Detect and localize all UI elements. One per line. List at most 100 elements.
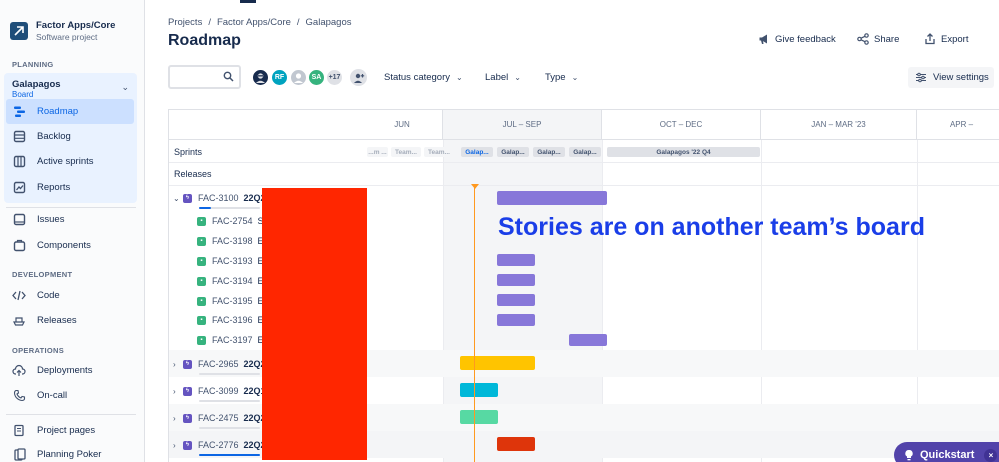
sidebar-item-project-pages[interactable]: Project pages — [6, 418, 134, 443]
epic-bar[interactable] — [460, 356, 535, 370]
search-input[interactable] — [168, 65, 241, 89]
sprint-chip[interactable]: Team... — [391, 147, 421, 157]
sidebar-item-backlog[interactable]: Backlog — [6, 124, 134, 149]
issue-key[interactable]: FAC-3193 — [212, 256, 253, 266]
sidebar-item-label: Code — [37, 290, 60, 301]
issue-key[interactable]: FAC-3100 — [198, 193, 239, 203]
epic-icon: ϟ — [183, 193, 192, 203]
breadcrumb-projects[interactable]: Projects — [168, 17, 202, 28]
epic-row[interactable]: › ϟ FAC-2475 22Q2 — [173, 408, 266, 428]
sprint-chip[interactable]: Galap... — [461, 147, 493, 157]
divider — [6, 414, 136, 415]
issue-key[interactable]: FAC-2475 — [198, 413, 239, 423]
sprint-chip[interactable]: Galap... — [497, 147, 529, 157]
chevron-down-icon[interactable]: ⌄ — [121, 82, 129, 93]
epic-row[interactable]: ⌄ ϟ FAC-3100 22Q2 — [173, 188, 266, 208]
issue-key[interactable]: FAC-3197 — [212, 335, 253, 345]
avatar-more[interactable]: +17 — [325, 68, 344, 87]
planning-section-title: PLANNING — [12, 60, 54, 69]
sidebar-item-components[interactable]: Components — [6, 233, 134, 258]
issue-key[interactable]: FAC-2965 — [198, 359, 239, 369]
type-filter-label: Type — [545, 72, 566, 83]
avatar[interactable] — [289, 68, 308, 87]
story-bar[interactable] — [497, 254, 535, 266]
progress-bar — [199, 400, 260, 402]
sprint-chip[interactable]: Galap... — [533, 147, 565, 157]
grid-corner — [169, 110, 362, 140]
story-row[interactable]: ▪ FAC-3196 E — [197, 310, 264, 330]
sidebar-item-reports[interactable]: Reports — [6, 175, 134, 200]
sidebar-item-releases[interactable]: Releases — [6, 308, 134, 333]
chevron-right-icon[interactable]: › — [173, 414, 183, 423]
epic-row[interactable]: › ϟ FAC-2776 22Q2 — [173, 435, 266, 455]
sprints-row-label: Sprints — [174, 147, 203, 157]
issue-key[interactable]: FAC-2776 — [198, 440, 239, 450]
chevron-right-icon[interactable]: › — [173, 441, 183, 450]
epic-row[interactable]: › ϟ FAC-2965 22Q2 — [173, 354, 266, 374]
lightbulb-icon — [905, 449, 913, 461]
story-bar[interactable] — [497, 314, 535, 326]
sliders-icon — [915, 72, 927, 83]
breadcrumb-board[interactable]: Galapagos — [306, 17, 352, 28]
progress-bar — [199, 454, 260, 456]
view-settings-button[interactable]: View settings — [908, 67, 994, 88]
sidebar-item-label: Active sprints — [37, 156, 94, 167]
give-feedback-button[interactable]: Give feedback — [758, 33, 836, 45]
sprint-chip[interactable]: Team... — [424, 147, 454, 157]
story-row[interactable]: ▪ FAC-3195 E — [197, 291, 264, 311]
sidebar-item-issues[interactable]: Issues — [6, 207, 134, 232]
issue-key[interactable]: FAC-3198 — [212, 236, 253, 246]
story-bar[interactable] — [569, 334, 607, 346]
sprint-chip[interactable]: Galap... — [569, 147, 601, 157]
breadcrumb-project[interactable]: Factor Apps/Core — [217, 17, 291, 28]
export-button[interactable]: Export — [924, 33, 968, 45]
sprint-chip[interactable]: ...m ... — [367, 147, 388, 157]
chevron-down-icon[interactable]: ⌄ — [173, 194, 183, 203]
epic-bar[interactable] — [497, 437, 535, 451]
story-bar[interactable] — [497, 274, 535, 286]
epic-row[interactable]: › ϟ FAC-3099 22Q1 — [173, 381, 266, 401]
story-row[interactable]: ▪ FAC-3194 E — [197, 271, 264, 291]
project-header[interactable]: Factor Apps/Core Software project — [10, 20, 115, 42]
story-icon: ▪ — [197, 236, 206, 246]
status-category-filter[interactable]: Status category ⌄ — [384, 72, 463, 83]
project-type: Software project — [36, 32, 98, 42]
story-row[interactable]: ▪ FAC-3193 E — [197, 251, 264, 271]
sprint-chip[interactable]: Galapagos '22 Q4 — [607, 147, 760, 157]
board-name[interactable]: Galapagos — [12, 79, 61, 90]
avatar[interactable] — [251, 68, 270, 87]
type-filter[interactable]: Type ⌄ — [545, 72, 578, 83]
sidebar-item-active-sprints[interactable]: Active sprints — [6, 149, 134, 174]
sidebar-item-roadmap[interactable]: Roadmap — [6, 99, 134, 124]
story-row[interactable]: ▪ FAC-3198 E — [197, 231, 264, 251]
roadmap-icon — [12, 105, 26, 119]
megaphone-icon — [758, 33, 770, 45]
sidebar-item-on-call[interactable]: On-call — [6, 383, 134, 408]
share-button[interactable]: Share — [857, 33, 899, 45]
close-icon[interactable]: × — [984, 448, 998, 462]
epic-bar[interactable] — [460, 410, 498, 424]
sidebar-item-deployments[interactable]: Deployments — [6, 358, 134, 383]
issue-key[interactable]: FAC-3196 — [212, 315, 253, 325]
label-filter[interactable]: Label ⌄ — [485, 72, 521, 83]
issue-key[interactable]: FAC-3099 — [198, 386, 239, 396]
story-row[interactable]: ▪ FAC-3197 E — [197, 330, 264, 350]
chevron-right-icon[interactable]: › — [173, 360, 183, 369]
issue-key[interactable]: FAC-3195 — [212, 296, 253, 306]
issue-key[interactable]: FAC-3194 — [212, 276, 253, 286]
sidebar-item-planning-poker[interactable]: Planning Poker — [6, 442, 134, 462]
issue-key[interactable]: FAC-2754 — [212, 216, 253, 226]
sidebar-item-code[interactable]: Code — [6, 283, 134, 308]
add-people-icon[interactable] — [348, 67, 369, 88]
status-category-label: Status category — [384, 72, 451, 83]
avatar[interactable]: RF — [270, 68, 289, 87]
story-bar[interactable] — [497, 294, 535, 306]
epic-bar[interactable] — [460, 383, 498, 397]
chevron-right-icon[interactable]: › — [173, 387, 183, 396]
epic-bar[interactable] — [497, 191, 607, 205]
story-row[interactable]: ▪ FAC-2754 S — [197, 211, 264, 231]
quickstart-button[interactable]: Quickstart × — [894, 442, 999, 462]
annotation-text: Stories are on another team’s board — [498, 213, 925, 241]
components-icon — [12, 239, 26, 253]
avatar[interactable]: SA — [307, 68, 326, 87]
